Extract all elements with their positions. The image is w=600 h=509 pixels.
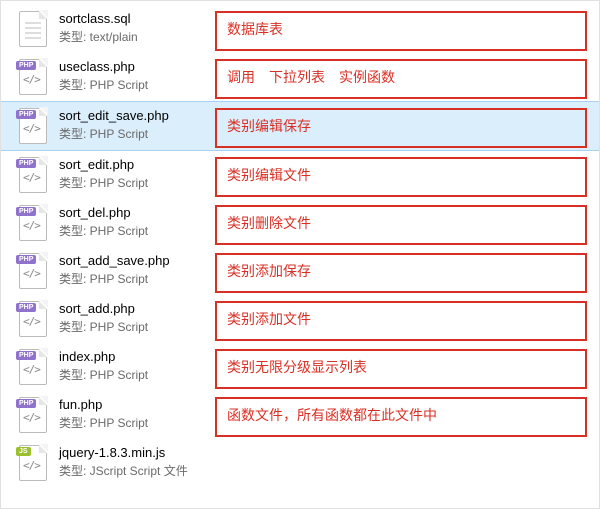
file-meta: sort_edit_save.php 类型: PHP Script: [59, 104, 209, 142]
type-value: JScript Script 文件: [90, 464, 188, 478]
type-prefix: 类型:: [59, 127, 90, 141]
type-prefix: 类型:: [59, 272, 90, 286]
type-value: PHP Script: [90, 127, 148, 141]
annotation-box: 类别编辑保存: [215, 108, 587, 148]
file-row[interactable]: JS</> jquery-1.8.3.min.js 类型: JScript Scri…: [1, 439, 599, 487]
file-type-label: 类型: PHP Script: [59, 76, 209, 93]
file-row[interactable]: sortclass.sql 类型: text/plain 数据库表: [1, 5, 599, 53]
annotation-box: 调用 下拉列表 实例函数: [215, 59, 587, 99]
file-name: sortclass.sql: [59, 11, 209, 26]
file-name: useclass.php: [59, 59, 209, 74]
file-row[interactable]: PHP</> sort_del.php 类型: PHP Script 类别删除文件: [1, 199, 599, 247]
file-type-label: 类型: PHP Script: [59, 222, 209, 239]
type-prefix: 类型:: [59, 416, 90, 430]
file-row[interactable]: PHP</> sort_add_save.php 类型: PHP Script 类别添…: [1, 247, 599, 295]
annotation-box: 函数文件，所有函数都在此文件中: [215, 397, 587, 437]
file-type-icon: PHP</>: [19, 157, 51, 197]
annotation-box: 类别无限分级显示列表: [215, 349, 587, 389]
file-type-icon: [19, 11, 51, 51]
file-meta: useclass.php 类型: PHP Script: [59, 55, 209, 93]
type-value: text/plain: [90, 30, 138, 44]
file-type-icon: PHP</>: [19, 205, 51, 245]
type-prefix: 类型:: [59, 224, 90, 238]
type-prefix: 类型:: [59, 78, 90, 92]
file-type-icon: PHP</>: [19, 253, 51, 293]
file-meta: sortclass.sql 类型: text/plain: [59, 7, 209, 45]
file-meta: sort_add.php 类型: PHP Script: [59, 297, 209, 335]
annotation-box: 类别删除文件: [215, 205, 587, 245]
file-name: index.php: [59, 349, 209, 364]
file-name: sort_del.php: [59, 205, 209, 220]
annotation-box: 类别添加保存: [215, 253, 587, 293]
file-type-label: 类型: PHP Script: [59, 414, 209, 431]
file-type-label: 类型: PHP Script: [59, 270, 209, 287]
file-name: sort_add_save.php: [59, 253, 209, 268]
annotation-box: 数据库表: [215, 11, 587, 51]
file-type-label: 类型: JScript Script 文件: [59, 462, 209, 479]
type-prefix: 类型:: [59, 320, 90, 334]
file-type-icon: PHP</>: [19, 397, 51, 437]
file-meta: fun.php 类型: PHP Script: [59, 393, 209, 431]
file-type-icon: PHP</>: [19, 108, 51, 148]
type-value: PHP Script: [90, 78, 148, 92]
file-type-icon: JS</>: [19, 445, 51, 485]
type-value: PHP Script: [90, 416, 148, 430]
file-row[interactable]: PHP</> useclass.php 类型: PHP Script 调用 下拉列表 …: [1, 53, 599, 101]
file-name: fun.php: [59, 397, 209, 412]
file-type-label: 类型: PHP Script: [59, 125, 209, 142]
file-meta: jquery-1.8.3.min.js 类型: JScript Script 文件: [59, 441, 209, 479]
type-value: PHP Script: [90, 320, 148, 334]
type-prefix: 类型:: [59, 176, 90, 190]
file-meta: sort_add_save.php 类型: PHP Script: [59, 249, 209, 287]
file-row[interactable]: PHP</> index.php 类型: PHP Script 类别无限分级显示列表: [1, 343, 599, 391]
file-meta: index.php 类型: PHP Script: [59, 345, 209, 383]
file-type-icon: PHP</>: [19, 59, 51, 99]
annotation-box: 类别编辑文件: [215, 157, 587, 197]
annotation-box: 类别添加文件: [215, 301, 587, 341]
file-type-label: 类型: PHP Script: [59, 174, 209, 191]
file-type-label: 类型: PHP Script: [59, 318, 209, 335]
file-name: sort_edit.php: [59, 157, 209, 172]
file-row[interactable]: PHP</> sort_add.php 类型: PHP Script 类别添加文件: [1, 295, 599, 343]
type-value: PHP Script: [90, 176, 148, 190]
file-name: sort_add.php: [59, 301, 209, 316]
file-row[interactable]: PHP</> sort_edit_save.php 类型: PHP Script 类别…: [1, 101, 599, 151]
file-type-icon: PHP</>: [19, 349, 51, 389]
file-name: sort_edit_save.php: [59, 108, 209, 123]
type-value: PHP Script: [90, 272, 148, 286]
file-meta: sort_edit.php 类型: PHP Script: [59, 153, 209, 191]
file-row[interactable]: PHP</> fun.php 类型: PHP Script 函数文件，所有函数都在此文…: [1, 391, 599, 439]
file-type-icon: PHP</>: [19, 301, 51, 341]
file-meta: sort_del.php 类型: PHP Script: [59, 201, 209, 239]
type-prefix: 类型:: [59, 464, 90, 478]
file-row[interactable]: PHP</> sort_edit.php 类型: PHP Script 类别编辑文件: [1, 151, 599, 199]
type-prefix: 类型:: [59, 368, 90, 382]
file-name: jquery-1.8.3.min.js: [59, 445, 209, 460]
type-prefix: 类型:: [59, 30, 90, 44]
file-type-label: 类型: text/plain: [59, 28, 209, 45]
file-type-label: 类型: PHP Script: [59, 366, 209, 383]
file-list: sortclass.sql类型: text/plain数据库表PHP</>use…: [1, 1, 599, 491]
type-value: PHP Script: [90, 224, 148, 238]
type-value: PHP Script: [90, 368, 148, 382]
